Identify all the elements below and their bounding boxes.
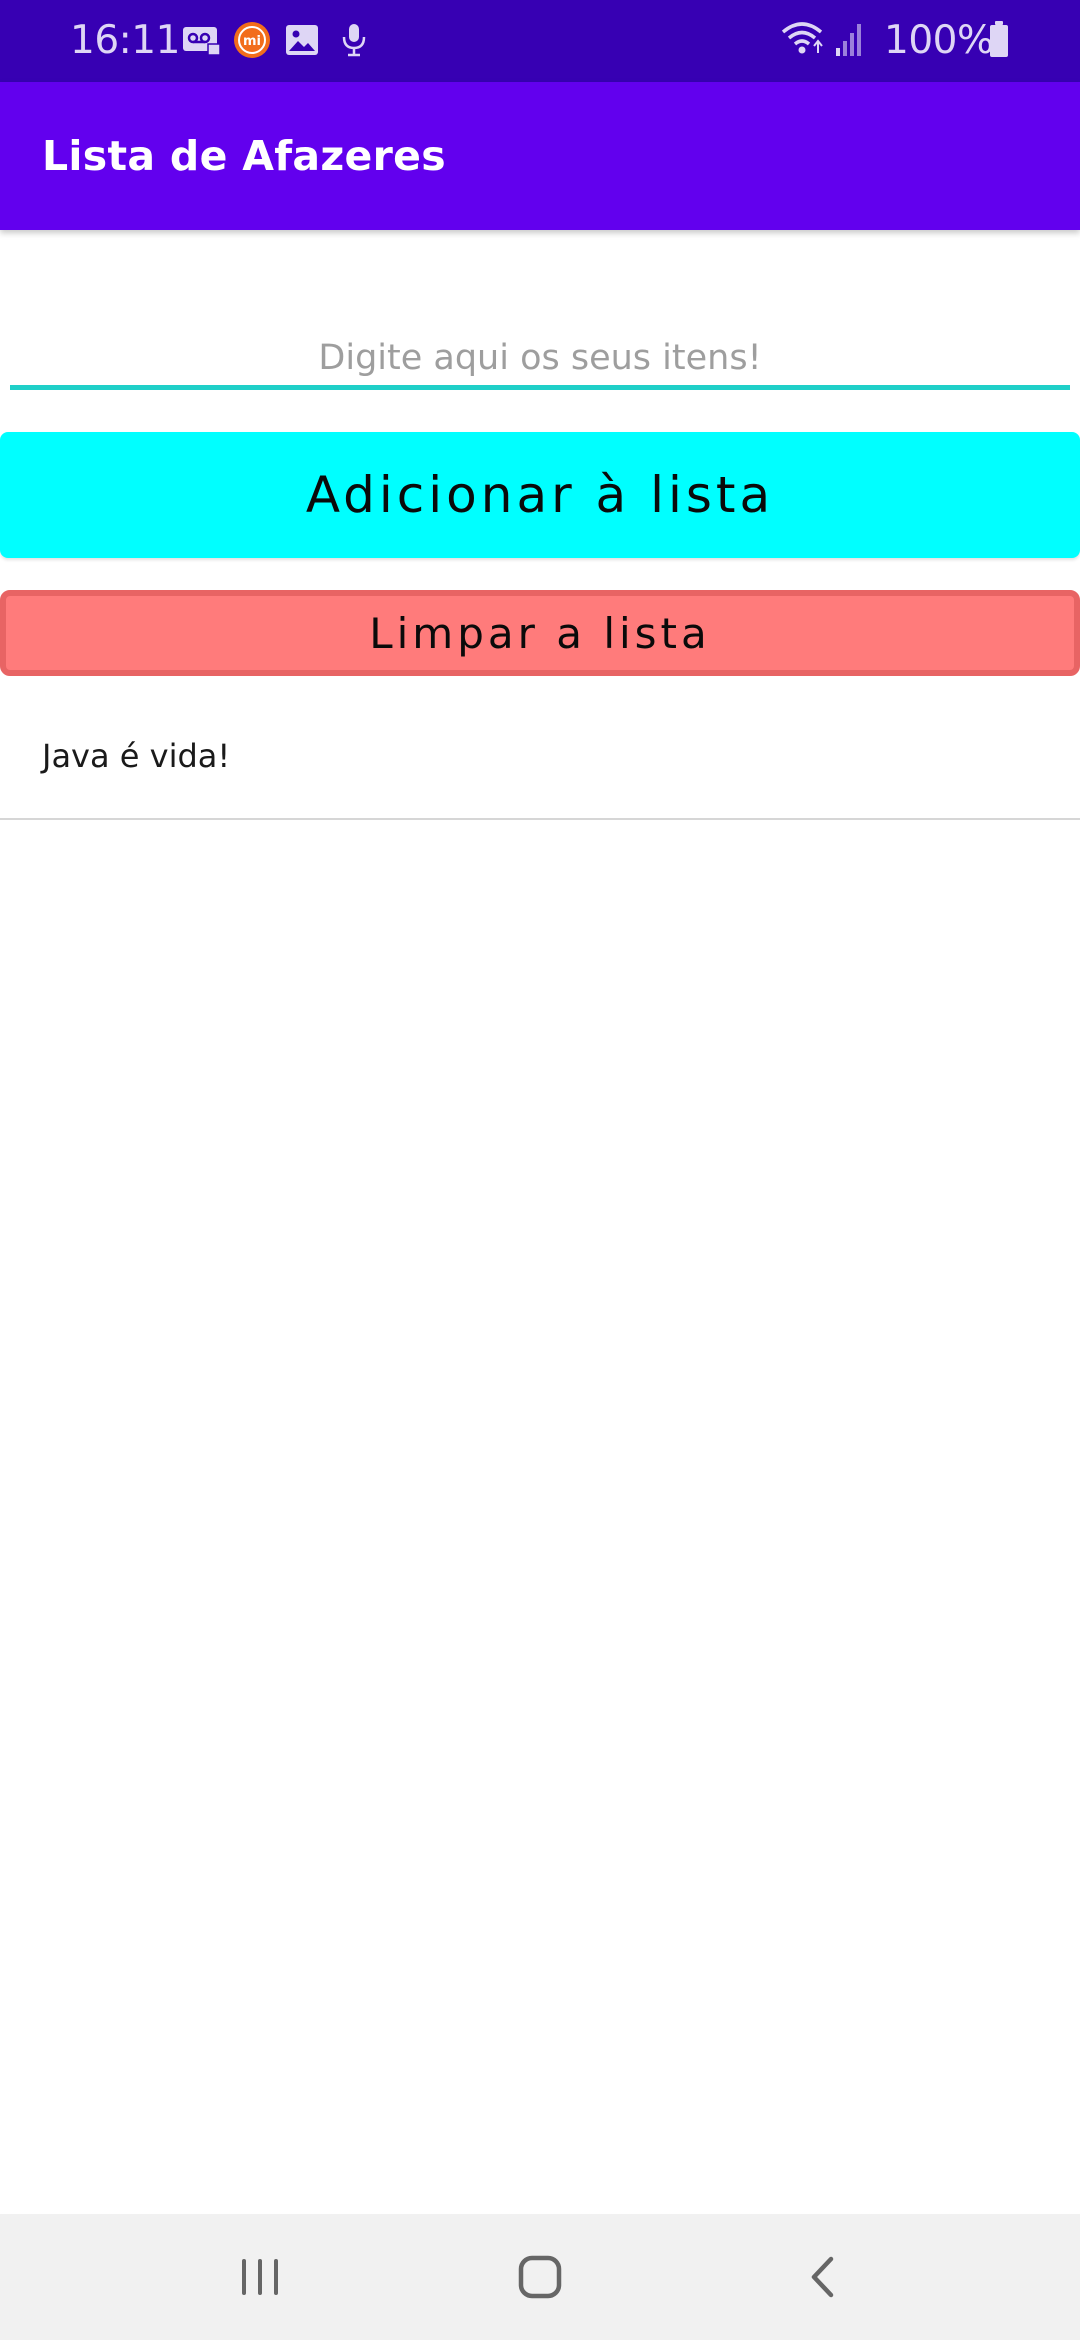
item-input[interactable]	[10, 330, 1070, 390]
home-button[interactable]	[500, 2242, 580, 2312]
clear-list-button[interactable]: Limpar a lista	[0, 590, 1080, 676]
microphone-icon	[342, 24, 366, 57]
back-button[interactable]	[782, 2242, 862, 2312]
recent-apps-icon	[242, 2259, 278, 2295]
home-icon	[518, 2255, 562, 2299]
app-title: Lista de Afazeres	[42, 132, 446, 180]
back-icon	[811, 2256, 834, 2298]
voicemail-icon	[183, 27, 221, 56]
status-time: 16:11	[70, 18, 180, 63]
wifi-icon	[781, 22, 823, 54]
battery-percentage: 100%	[884, 18, 994, 63]
gallery-icon	[286, 25, 318, 55]
signal-icon	[836, 24, 861, 56]
todo-list: Java é vida!	[0, 690, 1080, 820]
svg-text:mi: mi	[243, 34, 261, 49]
app-bar: Lista de Afazeres	[0, 82, 1080, 230]
battery-icon	[990, 21, 1008, 57]
navigation-bar	[0, 2214, 1080, 2340]
list-item[interactable]: Java é vida!	[0, 690, 1080, 820]
mi-icon: mi	[234, 22, 270, 58]
add-to-list-button[interactable]: Adicionar à lista	[0, 432, 1080, 558]
recent-apps-button[interactable]	[220, 2242, 300, 2312]
status-bar: 16:11 mi 100%	[0, 0, 1080, 82]
list-item-text: Java é vida!	[42, 737, 231, 775]
